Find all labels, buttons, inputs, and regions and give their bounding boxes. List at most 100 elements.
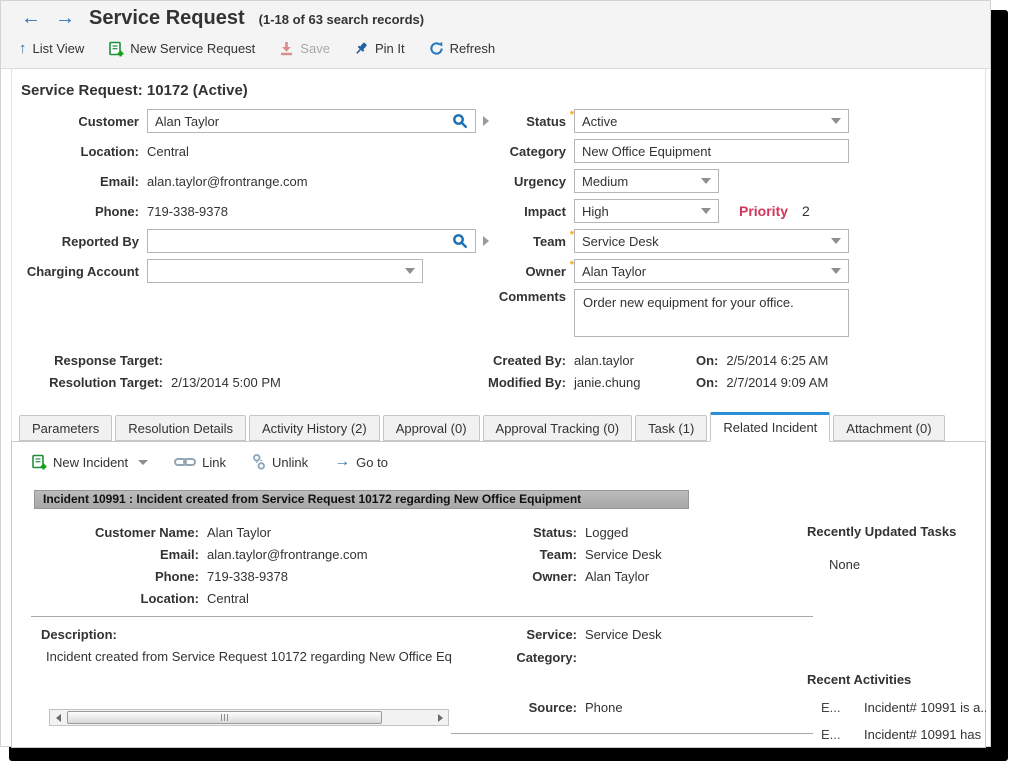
refresh-button[interactable]: Refresh: [429, 41, 496, 56]
link-label: Link: [202, 455, 226, 470]
ri-location-label: Location:: [41, 591, 199, 606]
ri-source-value: Phone: [585, 700, 623, 715]
ri-owner-value: Alan Taylor: [585, 569, 649, 584]
ri-owner-label: Owner:: [439, 569, 577, 584]
created-on-label: On:: [696, 353, 718, 368]
chevron-down-icon: [701, 208, 711, 214]
activity-item-prefix[interactable]: E...: [821, 700, 841, 715]
modified-by-value: janie.chung: [574, 375, 696, 390]
response-target-row: Response Target:: [13, 353, 171, 368]
owner-select[interactable]: Alan Taylor: [574, 259, 849, 283]
new-incident-button[interactable]: New Incident: [31, 454, 148, 470]
ri-status-row: Status: Logged: [439, 525, 628, 540]
status-value: Active: [582, 114, 617, 129]
pushpin-icon: [354, 41, 369, 56]
created-by-row: Created By: alan.taylor On: 2/5/2014 6:2…: [456, 353, 828, 368]
recently-updated-tasks-heading: Recently Updated Tasks: [807, 524, 956, 539]
ri-team-value: Service Desk: [585, 547, 662, 562]
activity-item-link[interactable]: Incident# 10991 is a...: [864, 700, 986, 715]
status-select[interactable]: Active: [574, 109, 849, 133]
urgency-label: Urgency: [481, 174, 566, 189]
search-icon[interactable]: [452, 233, 468, 249]
impact-row: Impact High Priority 2: [481, 199, 810, 223]
tab-approval[interactable]: Approval (0): [383, 415, 480, 441]
location-value: Central: [147, 144, 189, 159]
unlink-button[interactable]: Unlink: [252, 454, 308, 470]
thumb-grip: [227, 714, 228, 721]
scroll-left-button[interactable]: [50, 710, 66, 725]
scroll-right-button[interactable]: [432, 710, 448, 725]
search-icon[interactable]: [452, 113, 468, 129]
save-button[interactable]: Save: [279, 41, 330, 56]
email-label: Email:: [19, 174, 139, 189]
category-label: Category: [481, 144, 566, 159]
save-label: Save: [300, 41, 330, 56]
impact-select[interactable]: High: [574, 199, 719, 223]
activity-item-link[interactable]: Incident# 10991 has ...: [864, 727, 986, 742]
link-button[interactable]: Link: [174, 455, 226, 470]
tab-resolution-details[interactable]: Resolution Details: [115, 415, 246, 441]
modified-by-label: Modified By:: [456, 375, 566, 390]
scrollbar-thumb[interactable]: [67, 711, 382, 724]
urgency-select[interactable]: Medium: [574, 169, 719, 193]
tab-strip: Parameters Resolution Details Activity H…: [19, 415, 945, 442]
ri-service-value: Service Desk: [585, 627, 662, 642]
tab-task[interactable]: Task (1): [635, 415, 707, 441]
email-value: alan.taylor@frontrange.com: [147, 174, 308, 189]
ri-description-label-row: Description:: [41, 627, 117, 642]
new-incident-label: New Incident: [53, 455, 128, 470]
chevron-down-icon: [405, 268, 415, 274]
activity-item-prefix[interactable]: E...: [821, 727, 841, 742]
ri-status-value: Logged: [585, 525, 628, 540]
phone-row: Phone: 719-338-9378: [19, 204, 228, 219]
chevron-down-icon: [831, 118, 841, 124]
tab-attachment[interactable]: Attachment (0): [833, 415, 944, 441]
ri-owner-row: Owner: Alan Taylor: [439, 569, 649, 584]
go-to-label: Go to: [356, 455, 388, 470]
tab-approval-tracking[interactable]: Approval Tracking (0): [483, 415, 633, 441]
customer-input[interactable]: Alan Taylor: [147, 109, 476, 133]
app-window: ← → Service Request (1-18 of 63 search r…: [0, 0, 991, 747]
new-service-request-button[interactable]: New Service Request: [108, 41, 255, 57]
reported-by-input[interactable]: [147, 229, 476, 253]
location-label: Location:: [19, 144, 139, 159]
record-count: (1-18 of 63 search records): [259, 12, 424, 27]
go-to-button[interactable]: → Go to: [334, 453, 388, 471]
refresh-label: Refresh: [450, 41, 496, 56]
scroll-left-icon: [56, 714, 61, 722]
horizontal-scrollbar[interactable]: [49, 709, 449, 726]
team-select[interactable]: Service Desk: [574, 229, 849, 253]
chevron-down-icon: [831, 238, 841, 244]
ri-description-value: Incident created from Service Request 10…: [46, 649, 454, 664]
tab-related-incident[interactable]: Related Incident: [710, 412, 830, 442]
category-value: New Office Equipment: [582, 144, 711, 159]
tab-activity-history[interactable]: Activity History (2): [249, 415, 380, 441]
charging-account-select[interactable]: [147, 259, 423, 283]
recently-updated-tasks-value: None: [829, 557, 860, 572]
header-bar: ← → Service Request (1-18 of 63 search r…: [1, 1, 990, 69]
form-title: Service Request: 10172 (Active): [21, 82, 248, 99]
chevron-down-icon: [701, 178, 711, 184]
ri-description-label: Description:: [41, 627, 117, 642]
ri-service-row: Service: Service Desk: [439, 627, 662, 642]
go-to-arrow-icon: →: [334, 453, 350, 471]
tab-parameters[interactable]: Parameters: [19, 415, 112, 441]
back-arrow-icon[interactable]: ←: [21, 5, 41, 31]
comments-label: Comments: [481, 289, 566, 304]
owner-value: Alan Taylor: [582, 264, 646, 279]
comments-textarea[interactable]: Order new equipment for your office.: [574, 289, 849, 337]
priority-label: Priority: [739, 203, 788, 219]
list-view-icon: ↑: [19, 40, 27, 57]
phone-label: Phone:: [19, 204, 139, 219]
forward-arrow-icon[interactable]: →: [55, 5, 75, 31]
related-incident-toolbar: New Incident Link Unlink →: [31, 453, 388, 471]
pin-it-button[interactable]: Pin It: [354, 41, 405, 56]
list-view-button[interactable]: ↑ List View: [19, 40, 84, 57]
ri-category-label: Category:: [439, 650, 577, 665]
category-row: Category New Office Equipment: [481, 139, 849, 163]
list-view-label: List View: [33, 41, 85, 56]
thumb-grip: [224, 714, 225, 721]
incident-header-bar: Incident 10991 : Incident created from S…: [34, 490, 689, 509]
category-input[interactable]: New Office Equipment: [574, 139, 849, 163]
customer-label: Customer: [19, 114, 139, 129]
